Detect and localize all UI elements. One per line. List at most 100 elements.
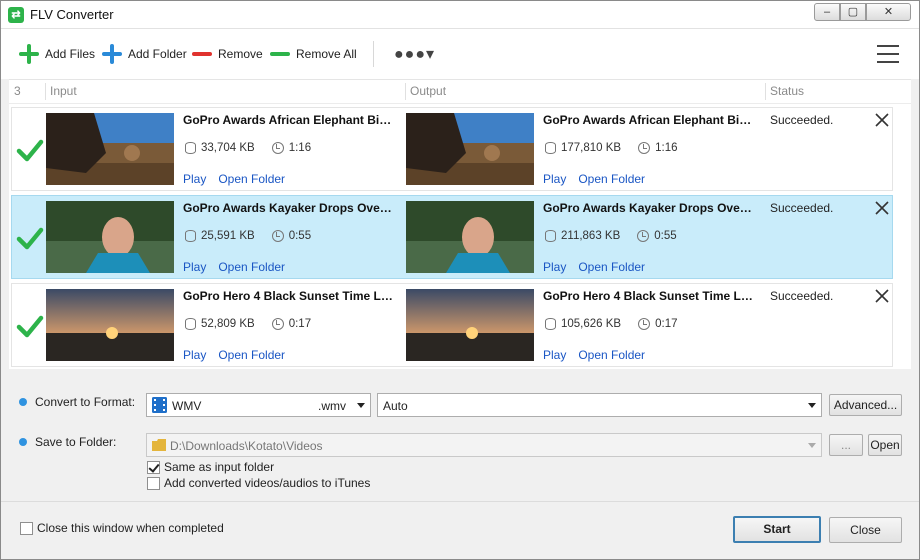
more-options-icon[interactable]: ●●●▾ bbox=[394, 44, 435, 64]
input-file-size: 25,591 KB bbox=[201, 230, 255, 242]
input-column-header: Input bbox=[50, 84, 77, 98]
window-title: FLV Converter bbox=[30, 7, 114, 22]
file-size-icon bbox=[185, 142, 196, 154]
format-select[interactable]: WMV .wmv bbox=[146, 393, 371, 417]
chevron-down-icon bbox=[808, 403, 816, 408]
checkbox-icon bbox=[20, 521, 33, 535]
add-to-itunes-checkbox[interactable]: Add converted videos/audios to iTunes bbox=[147, 476, 370, 490]
start-button[interactable]: Start bbox=[733, 516, 821, 543]
input-thumbnail[interactable] bbox=[46, 113, 174, 185]
input-open-folder-link[interactable]: Open Folder bbox=[218, 172, 285, 186]
file-size-icon bbox=[545, 142, 556, 154]
add-folder-label: Add Folder bbox=[128, 47, 187, 61]
input-thumbnail[interactable] bbox=[46, 201, 174, 273]
open-button[interactable]: Open bbox=[868, 434, 902, 456]
input-duration: 1:16 bbox=[288, 142, 312, 154]
list-header: 3 Input Output Status bbox=[9, 80, 911, 104]
browse-button[interactable]: ... bbox=[829, 434, 863, 456]
status-text: Succeeded. bbox=[770, 201, 834, 215]
output-open-folder-link[interactable]: Open Folder bbox=[578, 172, 645, 186]
maximize-button[interactable]: ▢ bbox=[840, 3, 866, 21]
folder-label: Save to Folder: bbox=[35, 435, 117, 449]
output-open-folder-link[interactable]: Open Folder bbox=[578, 348, 645, 362]
format-label: Convert to Format: bbox=[35, 395, 136, 409]
checkmark-icon bbox=[16, 315, 44, 338]
clock-icon bbox=[638, 318, 651, 330]
quality-select[interactable]: Auto bbox=[377, 393, 822, 417]
output-file-size: 177,810 KB bbox=[561, 142, 622, 154]
settings-panel: Convert to Format: WMV .wmv Auto Advance… bbox=[1, 379, 919, 501]
output-file-size: 211,863 KB bbox=[561, 230, 621, 242]
minimize-button[interactable]: ‒ bbox=[814, 3, 840, 21]
output-file-size: 105,626 KB bbox=[561, 318, 622, 330]
add-folder-button[interactable]: Add Folder bbox=[102, 43, 187, 65]
close-button[interactable]: Close bbox=[829, 517, 902, 543]
output-play-link[interactable]: Play bbox=[543, 172, 566, 186]
add-files-button[interactable]: Add Files bbox=[19, 43, 95, 65]
output-duration: 0:55 bbox=[654, 230, 677, 242]
input-file-name: GoPro Awards African Elephant Bite... bbox=[183, 113, 395, 127]
clock-icon bbox=[638, 142, 651, 154]
clock-icon bbox=[637, 230, 650, 242]
file-size-icon bbox=[185, 230, 196, 242]
output-meta: 211,863 KB 0:55 bbox=[545, 230, 677, 242]
input-play-link[interactable]: Play bbox=[183, 260, 206, 274]
file-list: 3 Input Output Status GoPro Awards Afric… bbox=[9, 79, 911, 369]
bullet-icon bbox=[19, 398, 27, 406]
menu-icon[interactable] bbox=[877, 45, 899, 63]
output-column-header: Output bbox=[410, 84, 447, 98]
file-row[interactable]: GoPro Awards African Elephant Bite... 33… bbox=[11, 107, 893, 191]
checkmark-icon bbox=[16, 227, 44, 250]
advanced-button[interactable]: Advanced... bbox=[829, 394, 902, 416]
quality-value: Auto bbox=[383, 399, 408, 413]
plus-icon bbox=[102, 44, 122, 64]
output-play-link[interactable]: Play bbox=[543, 260, 566, 274]
close-icon[interactable] bbox=[873, 287, 891, 305]
clock-icon bbox=[271, 142, 284, 154]
output-duration: 0:17 bbox=[655, 318, 678, 330]
input-meta: 52,809 KB 0:17 bbox=[185, 318, 311, 330]
add-to-itunes-label: Add converted videos/audios to iTunes bbox=[164, 476, 371, 490]
status-text: Succeeded. bbox=[770, 113, 834, 127]
minus-icon bbox=[192, 52, 212, 56]
toolbar: Add Files Add Folder Remove Remove All ●… bbox=[1, 29, 919, 79]
close-when-completed-checkbox[interactable]: Close this window when completed bbox=[20, 521, 224, 535]
input-file-name: GoPro Awards Kayaker Drops Over ... bbox=[183, 201, 395, 215]
input-play-link[interactable]: Play bbox=[183, 172, 206, 186]
input-play-link[interactable]: Play bbox=[183, 348, 206, 362]
remove-button[interactable]: Remove bbox=[192, 43, 263, 65]
close-icon[interactable] bbox=[873, 199, 891, 217]
same-as-input-checkbox[interactable]: Same as input folder bbox=[147, 460, 274, 474]
toolbar-divider bbox=[373, 41, 374, 67]
input-meta: 33,704 KB 1:16 bbox=[185, 142, 311, 154]
file-row[interactable]: GoPro Awards Kayaker Drops Over ... 25,5… bbox=[11, 195, 893, 279]
chevron-down-icon bbox=[808, 443, 816, 448]
minus-icon bbox=[270, 52, 290, 56]
output-thumbnail[interactable] bbox=[406, 113, 534, 185]
output-play-link[interactable]: Play bbox=[543, 348, 566, 362]
output-file-name: GoPro Hero 4 Black Sunset Time Lap... bbox=[543, 289, 755, 303]
folder-path: D:\Downloads\Kotato\Videos bbox=[170, 439, 323, 453]
status-text: Succeeded. bbox=[770, 289, 834, 303]
file-row[interactable]: GoPro Hero 4 Black Sunset Time Lap... 52… bbox=[11, 283, 893, 367]
folder-icon bbox=[152, 439, 166, 451]
checkmark-icon bbox=[16, 139, 44, 162]
title-bar: ⇄ FLV Converter ‒ ▢ ✕ bbox=[1, 1, 919, 29]
close-window-button[interactable]: ✕ bbox=[866, 3, 911, 21]
input-open-folder-link[interactable]: Open Folder bbox=[218, 348, 285, 362]
footer-divider bbox=[1, 501, 919, 502]
input-duration: 0:55 bbox=[288, 230, 312, 242]
chevron-down-icon bbox=[357, 403, 365, 408]
output-thumbnail[interactable] bbox=[406, 201, 534, 273]
checkbox-icon bbox=[147, 476, 160, 490]
folder-select[interactable]: D:\Downloads\Kotato\Videos bbox=[146, 433, 822, 457]
add-files-label: Add Files bbox=[45, 47, 96, 61]
output-open-folder-link[interactable]: Open Folder bbox=[578, 260, 645, 274]
input-thumbnail[interactable] bbox=[46, 289, 174, 361]
close-icon[interactable] bbox=[873, 111, 891, 129]
format-value: WMV bbox=[172, 399, 202, 413]
remove-all-button[interactable]: Remove All bbox=[270, 43, 357, 65]
plus-icon bbox=[19, 44, 39, 64]
output-thumbnail[interactable] bbox=[406, 289, 534, 361]
input-open-folder-link[interactable]: Open Folder bbox=[218, 260, 285, 274]
